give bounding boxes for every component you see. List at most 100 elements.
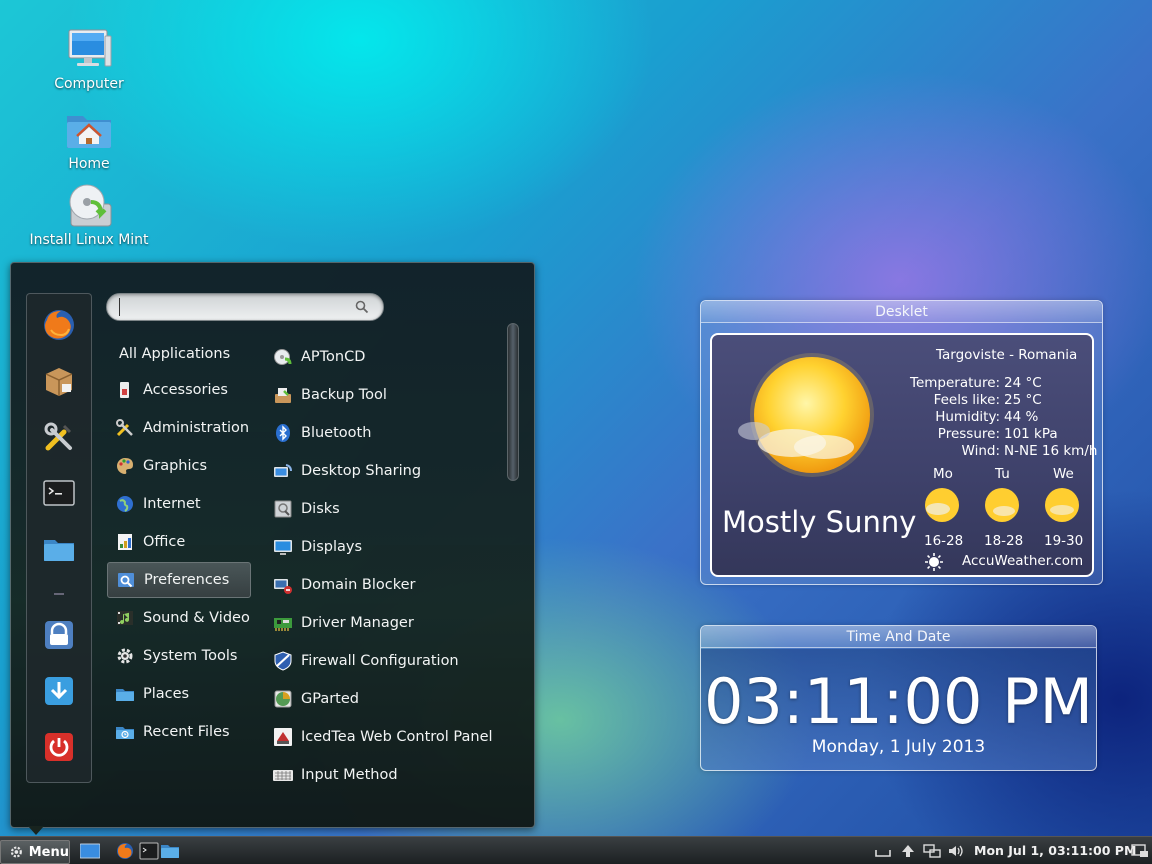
weather-value: 101 kPa (1004, 426, 1058, 442)
category-sound-video[interactable]: Sound & Video (107, 600, 251, 636)
desktop-icon-home[interactable]: Home (24, 106, 154, 172)
desktop-icon-label: Computer (54, 76, 124, 92)
app-desktop-sharing[interactable]: Desktop Sharing (273, 453, 421, 489)
weather-source-link[interactable]: AccuWeather.com (962, 553, 1083, 569)
weather-desklet-title: Desklet (701, 301, 1102, 323)
category-label: All Applications (119, 346, 231, 362)
power-icon[interactable] (42, 730, 76, 764)
backup-tool-icon (275, 388, 291, 403)
app-label: Driver Manager (301, 615, 414, 631)
clock-panel: 03:11:00 PM Monday, 1 July 2013 (701, 649, 1096, 770)
driver-manager-icon (274, 618, 292, 631)
domain-blocker-icon (274, 579, 292, 594)
weather-label: Feels like: (933, 392, 1000, 408)
category-label: Office (143, 534, 186, 550)
category-recent-files[interactable]: Recent Files (107, 714, 251, 750)
package-icon[interactable] (42, 364, 76, 398)
favorites-bar (26, 293, 92, 783)
weather-location: Targoviste - Romania (936, 347, 1078, 363)
menu-button[interactable]: Menu (0, 840, 70, 864)
category-preferences[interactable]: Preferences (107, 562, 251, 598)
tray-workspace-icon[interactable] (1130, 842, 1150, 860)
weather-desklet[interactable]: Desklet Targoviste - Romania Temperature… (700, 300, 1103, 585)
app-backup-tool[interactable]: Backup Tool (273, 377, 387, 413)
places-folder-icon (116, 689, 134, 701)
category-label: Recent Files (143, 724, 230, 740)
accessories-icon (120, 382, 129, 398)
tray-volume-icon[interactable] (946, 842, 966, 860)
category-label: Accessories (143, 382, 228, 398)
weather-condition: Mostly Sunny (722, 505, 917, 539)
search-input[interactable] (119, 298, 339, 316)
weather-label: Pressure: (937, 426, 1000, 442)
forecast-range: 19-30 (1044, 533, 1084, 549)
graphics-palette-icon (117, 458, 133, 474)
app-label: Desktop Sharing (301, 463, 422, 479)
app-firewall-configuration[interactable]: Firewall Configuration (273, 643, 459, 679)
app-domain-blocker[interactable]: Domain Blocker (273, 567, 415, 603)
app-icedtea-web-control-panel[interactable]: IcedTea Web Control Panel (273, 719, 493, 755)
tools-icon[interactable] (42, 420, 76, 454)
app-gparted[interactable]: GParted (273, 681, 359, 717)
app-aptoncd[interactable]: APTonCD (273, 339, 365, 375)
app-label: IcedTea Web Control Panel (301, 729, 493, 745)
terminal-icon[interactable] (42, 476, 76, 510)
firefox-icon[interactable] (42, 308, 76, 342)
computer-icon (65, 26, 113, 74)
firewall-shield-icon (274, 651, 292, 671)
category-office[interactable]: Office (107, 524, 251, 560)
taskbar-folder-icon[interactable] (160, 842, 180, 860)
weather-label: Humidity: (935, 409, 1000, 425)
download-icon[interactable] (42, 674, 76, 708)
search-box[interactable] (106, 293, 384, 321)
taskbar-clock[interactable]: Mon Jul 1, 03:11:00 PM (974, 843, 1136, 858)
administration-icon (116, 419, 133, 437)
desktop-icon-computer[interactable]: Computer (24, 26, 154, 92)
app-label: Disks (301, 501, 340, 517)
app-input-method[interactable]: Input Method (273, 757, 398, 793)
desktop-icon-label: Install Linux Mint (29, 232, 149, 248)
app-disks[interactable]: Disks (273, 491, 340, 527)
displays-icon (274, 540, 292, 555)
category-graphics[interactable]: Graphics (107, 448, 251, 484)
show-desktop-icon[interactable] (80, 842, 100, 860)
menu-button-label: Menu (28, 844, 69, 860)
desktop-icon-label: Home (68, 156, 110, 172)
tray-network-icon[interactable] (922, 842, 942, 860)
category-all-applications[interactable]: All Applications (107, 336, 251, 372)
category-label: Internet (143, 496, 201, 512)
lock-icon[interactable] (42, 618, 76, 652)
weather-panel: Targoviste - Romania Temperature: 24 °C … (710, 333, 1097, 577)
category-label: Preferences (144, 572, 230, 588)
time-date-desklet[interactable]: Time And Date 03:11:00 PM Monday, 1 July… (700, 625, 1097, 771)
taskbar-firefox-icon[interactable] (115, 842, 135, 860)
tray-keyboard-icon[interactable] (873, 842, 893, 860)
category-system-tools[interactable]: System Tools (107, 638, 251, 674)
application-menu: All Applications Accessories Administrat… (10, 262, 535, 828)
app-driver-manager[interactable]: Driver Manager (273, 605, 414, 641)
category-accessories[interactable]: Accessories (107, 372, 251, 408)
gear-icon (117, 648, 133, 664)
app-displays[interactable]: Displays (273, 529, 362, 565)
install-disc-icon (65, 182, 113, 230)
category-internet[interactable]: Internet (107, 486, 251, 522)
taskbar-terminal-icon[interactable] (139, 842, 159, 860)
app-label: Displays (301, 539, 363, 555)
category-administration[interactable]: Administration (107, 410, 251, 446)
app-label: Domain Blocker (301, 577, 416, 593)
recent-files-icon (116, 727, 134, 739)
office-icon (118, 534, 132, 550)
forecast-range: 16-28 (924, 533, 964, 549)
app-bluetooth[interactable]: Bluetooth (273, 415, 371, 451)
app-label: Input Method (301, 767, 398, 783)
search-icon (355, 300, 369, 314)
category-label: Administration (143, 420, 250, 436)
bluetooth-icon (276, 424, 290, 442)
forecast-day: We (1053, 466, 1074, 482)
desktop-icon-install-linux-mint[interactable]: Install Linux Mint (24, 182, 154, 248)
weather-value: 44 % (1004, 409, 1039, 425)
folder-icon[interactable] (42, 532, 76, 566)
category-places[interactable]: Places (107, 676, 251, 712)
app-list-scrollbar[interactable] (507, 323, 519, 481)
tray-update-arrow-icon[interactable] (898, 842, 918, 860)
